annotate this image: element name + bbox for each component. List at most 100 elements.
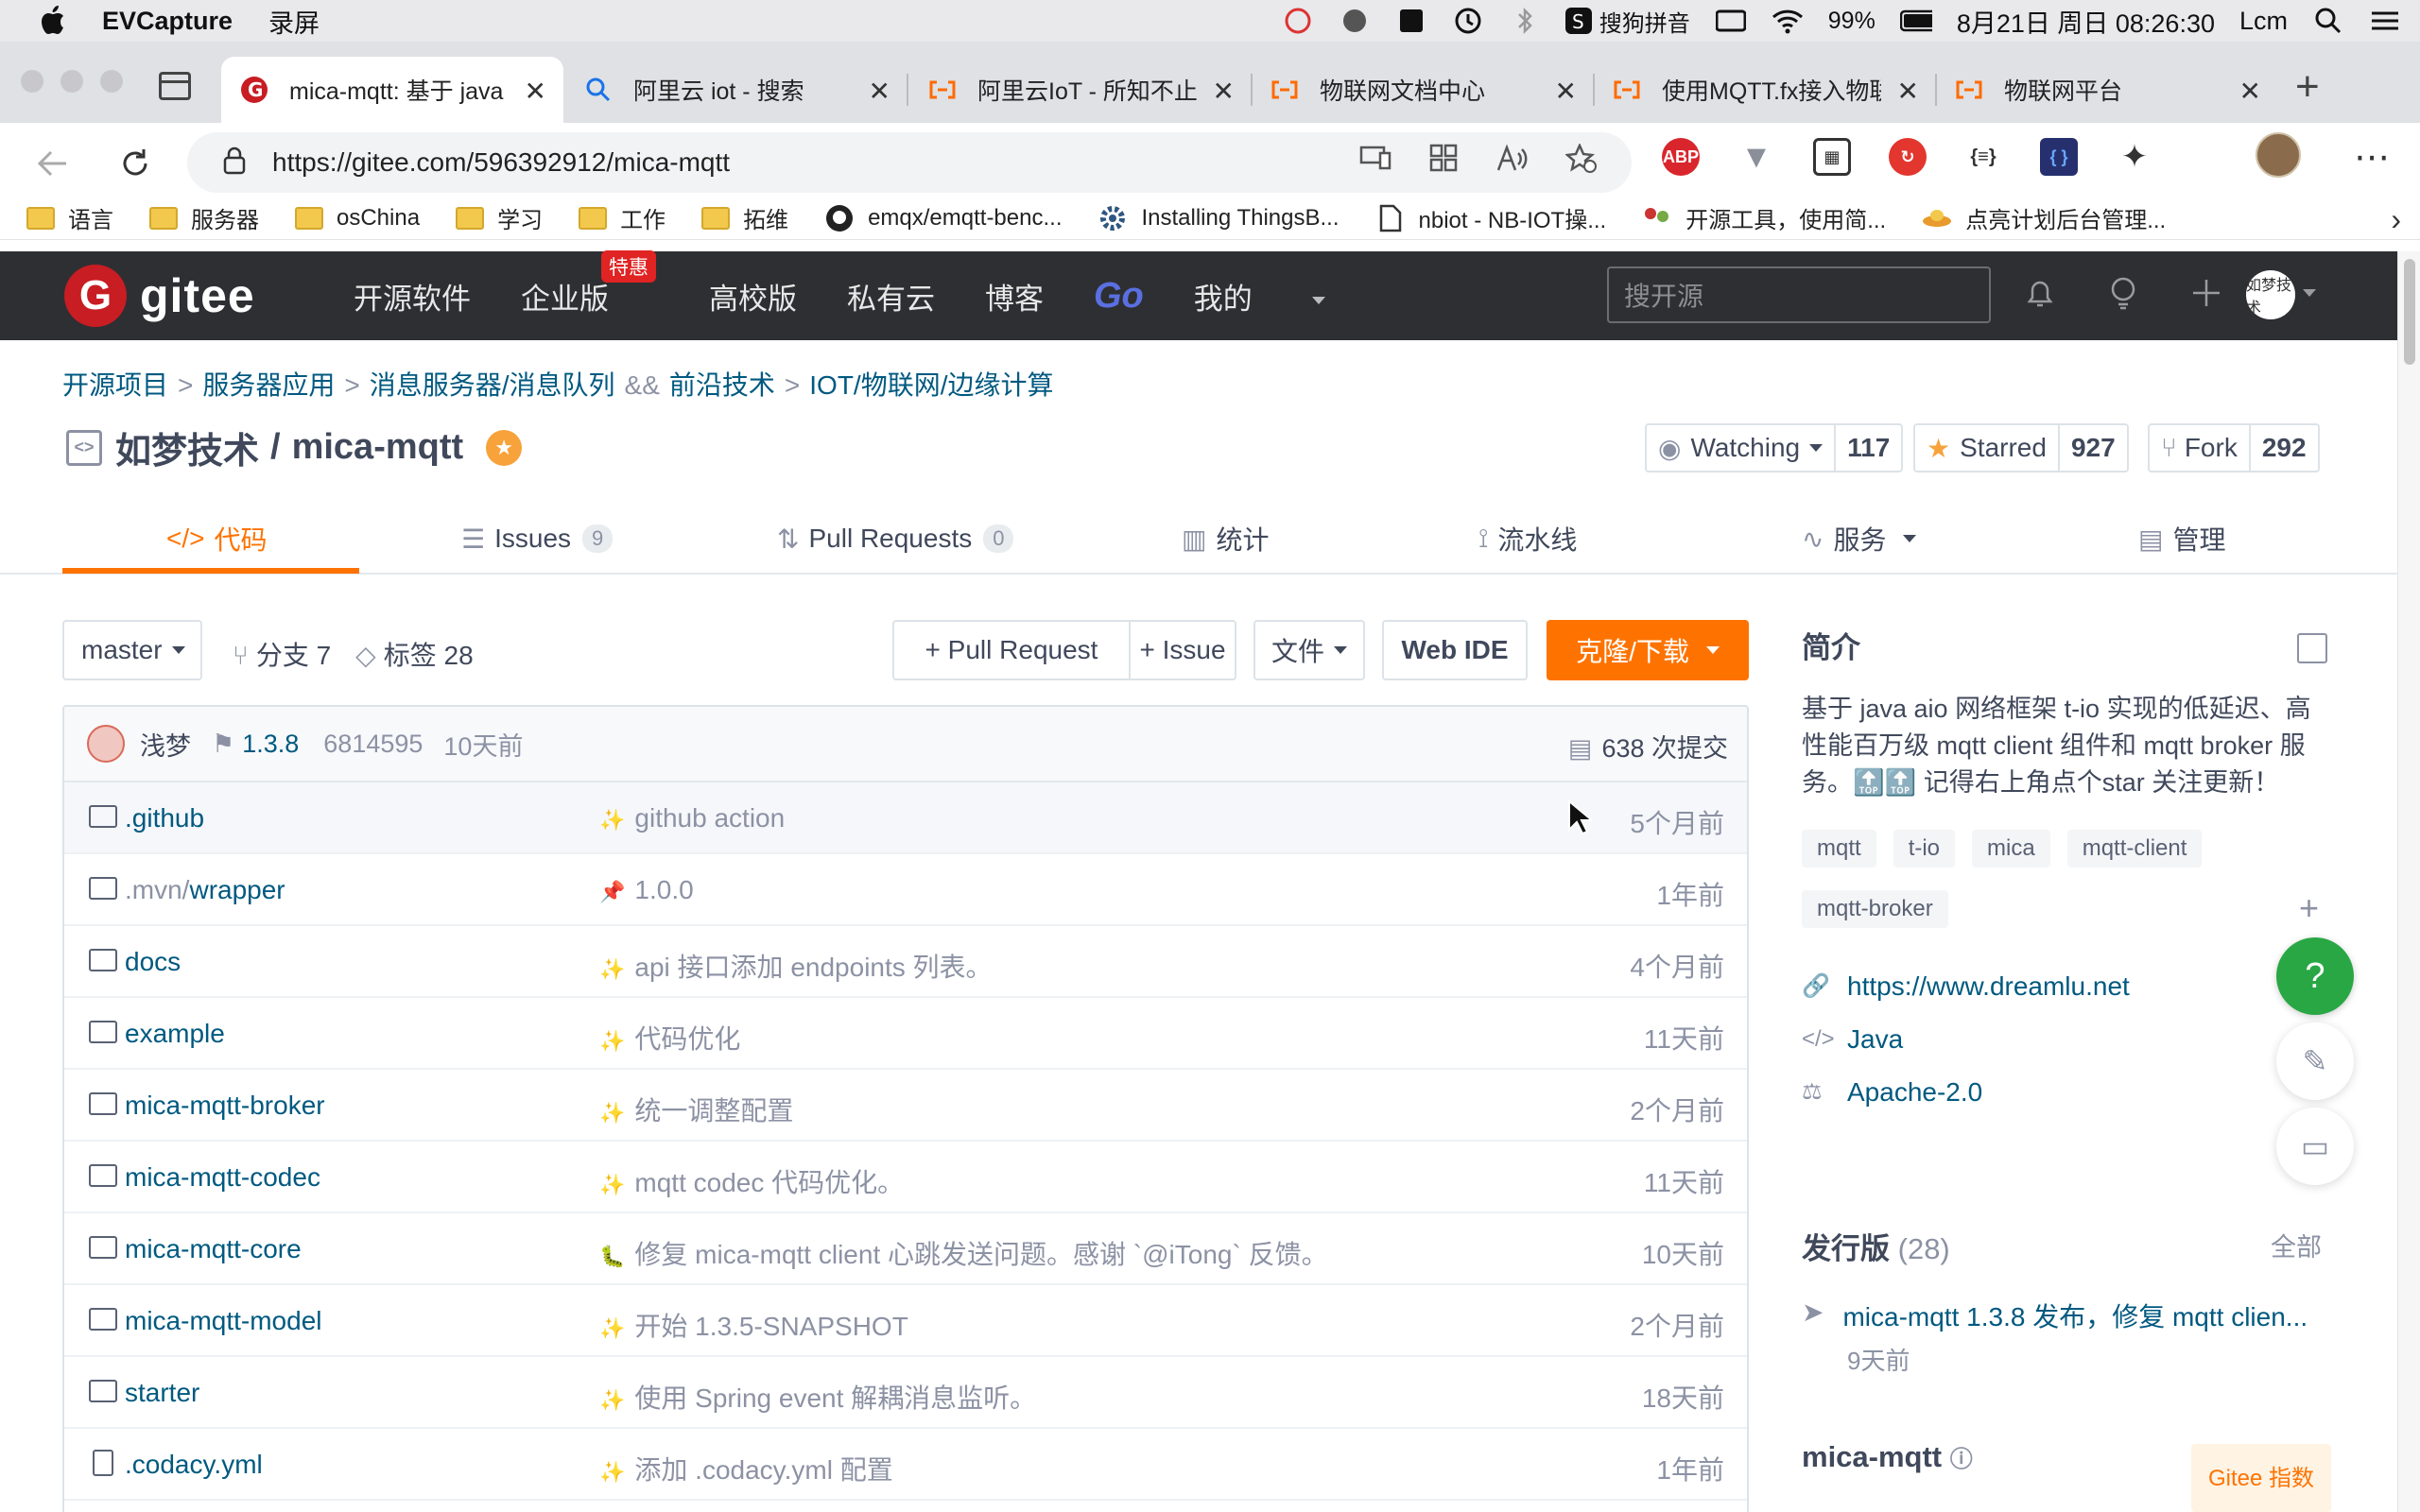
control-center-icon[interactable] — [2369, 5, 2401, 37]
json-viewer-icon[interactable]: { } — [2040, 138, 2078, 176]
new-pull-request-button[interactable]: + Pull Request — [892, 620, 1131, 680]
repo-owner[interactable]: 如梦技术 — [115, 421, 259, 473]
close-tab-icon[interactable]: ✕ — [1555, 76, 1577, 107]
more-menu-icon[interactable]: ⋯ — [2354, 136, 2390, 179]
device-icon[interactable] — [1359, 144, 1392, 179]
file-name[interactable]: example — [125, 1019, 225, 1049]
file-row[interactable]: .github ✨ github action 5个月前 — [64, 782, 1747, 854]
page-scrollbar[interactable] — [2397, 251, 2420, 1512]
releases-all-link[interactable]: 全部 — [2271, 1227, 2322, 1263]
file-name[interactable]: mica-mqtt-model — [125, 1306, 321, 1336]
branch-select[interactable]: master — [62, 620, 202, 680]
gitee-logo[interactable]: G gitee — [64, 265, 255, 327]
repo-name[interactable]: mica-mqtt — [292, 427, 464, 468]
fork-count[interactable]: 292 — [2248, 425, 2318, 471]
commit-message[interactable]: ✨ 开始 1.3.5-SNAPSHOT — [599, 1306, 908, 1344]
tab-actions-icon[interactable] — [159, 72, 191, 100]
clone-download-button[interactable]: 克隆/下载 — [1547, 620, 1749, 680]
commit-sha[interactable]: 6814595 — [323, 730, 423, 759]
commit-message[interactable]: ✨ mqtt codec 代码优化。 — [599, 1162, 904, 1200]
zoom-window-button[interactable] — [100, 70, 123, 93]
url-text[interactable]: https://gitee.com/596392912/mica-mqtt — [272, 147, 730, 178]
tab-pipeline[interactable]: ⟟ 流水线 — [1478, 503, 1577, 575]
wifi-icon[interactable] — [1772, 5, 1804, 37]
file-row[interactable]: example ✨ 代码优化 11天前 — [64, 998, 1747, 1070]
commit-message[interactable]: ✨ 统一调整配置 — [599, 1091, 793, 1128]
battery-icon[interactable] — [1899, 5, 1932, 37]
add-topic-icon[interactable]: + — [2299, 888, 2319, 928]
lightbulb-icon[interactable] — [2102, 272, 2144, 314]
file-name[interactable]: .mvn/wrapper — [125, 875, 285, 905]
globe-icon[interactable] — [1339, 5, 1371, 37]
watch-button[interactable]: ◉ Watching 117 — [1645, 423, 1904, 472]
language-link[interactable]: </> Java — [1802, 1013, 2331, 1066]
plus-icon[interactable] — [2186, 272, 2227, 314]
tab-mica-mqtt[interactable]: G mica-mqtt: 基于 java aio ✕ — [221, 57, 563, 123]
file-row[interactable]: mica-mqtt-core 🐛 修复 mica-mqtt client 心跳发送问… — [64, 1213, 1747, 1285]
bookmark-link[interactable]: nbiot - NB-IOT操... — [1375, 201, 1606, 234]
ime-indicator[interactable]: S 搜狗拼音 — [1564, 5, 1690, 38]
bell-icon[interactable] — [2019, 272, 2061, 314]
license-link[interactable]: ⚖ Apache-2.0 — [1802, 1066, 2331, 1119]
input-method-icon[interactable] — [1395, 5, 1427, 37]
watch-count[interactable]: 117 — [1834, 425, 1901, 471]
file-row[interactable]: mica-mqtt-codec ✨ mqtt codec 代码优化。 11天前 — [64, 1142, 1747, 1213]
commit-message[interactable]: 📌 1.0.0 — [599, 875, 694, 905]
author-avatar[interactable] — [87, 725, 125, 763]
gitee-search-input[interactable]: 搜开源 — [1607, 266, 1991, 323]
close-tab-icon[interactable]: ✕ — [1213, 76, 1235, 107]
close-tab-icon[interactable]: ✕ — [1897, 76, 1919, 107]
tab-iot-docs[interactable]: 物联网文档中心 ✕ — [1252, 57, 1595, 123]
edit-icon[interactable] — [2297, 633, 2327, 663]
new-issue-button[interactable]: + Issue — [1129, 620, 1236, 680]
gvp-badge-icon[interactable]: ★ — [486, 429, 523, 466]
bookmark-link[interactable]: 开源工具，使用简... — [1642, 201, 1886, 234]
commit-message[interactable]: ✨ api 接口添加 endpoints 列表。 — [599, 947, 993, 985]
bookmark-link[interactable]: emqx/emqtt-benc... — [824, 203, 1062, 233]
nav-blog[interactable]: 博客 — [985, 275, 1044, 318]
topic-tag[interactable]: mqtt — [1802, 830, 1876, 868]
chevron-right-icon[interactable]: › — [2391, 202, 2401, 237]
vue-devtools-icon[interactable]: ▼ — [1737, 138, 1775, 176]
adblock-plus-icon[interactable]: ABP — [1662, 138, 1700, 176]
tab-issues[interactable]: ☰ Issues 9 — [461, 503, 614, 575]
user-name[interactable]: Lcm — [2239, 7, 2288, 36]
file-row[interactable]: mica-mqtt-model ✨ 开始 1.3.5-SNAPSHOT 2个月前 — [64, 1285, 1747, 1357]
file-name[interactable]: .github — [125, 803, 204, 833]
branches-link[interactable]: ⑂ 分支 7 — [233, 635, 331, 673]
help-button[interactable]: ? — [2276, 937, 2354, 1015]
bookmark-folder[interactable]: osChina — [295, 205, 420, 232]
tags-link[interactable]: ◇ 标签 28 — [355, 635, 473, 673]
close-window-button[interactable] — [21, 70, 43, 93]
qr-code-icon[interactable]: ▦ — [1813, 138, 1851, 176]
menu-item-record[interactable]: 录屏 — [268, 3, 320, 40]
scrollbar-thumb[interactable] — [2404, 259, 2415, 365]
memory-icon[interactable] — [1715, 5, 1747, 37]
commit-message[interactable]: ✨ 代码优化 — [599, 1019, 740, 1057]
topic-tag[interactable]: t-io — [1893, 830, 1956, 868]
tab-aliyun-iot-search[interactable]: 阿里云 iot - 搜索 ✕ — [565, 57, 908, 123]
commit-message[interactable]: ✨ 使用 Spring event 解耦消息监听。 — [599, 1378, 1036, 1416]
file-row[interactable]: .mvn/wrapper 📌 1.0.0 1年前 — [64, 854, 1747, 926]
commit-message[interactable]: 🐛 修复 mica-mqtt client 心跳发送问题。感谢 `@iTong` … — [599, 1234, 1328, 1272]
file-name[interactable]: mica-mqtt-core — [125, 1234, 302, 1264]
breadcrumb-item[interactable]: 前沿技术 — [669, 370, 775, 400]
star-button[interactable]: ★ Starred 927 — [1913, 423, 2129, 472]
reload-extension-icon[interactable]: ↻ — [1889, 138, 1927, 176]
file-name[interactable]: mica-mqtt-codec — [125, 1162, 320, 1193]
nav-enterprise[interactable]: 企业版 特惠 — [521, 249, 659, 318]
nav-open-source[interactable]: 开源软件 — [354, 275, 471, 318]
breadcrumb-item[interactable]: 服务器应用 — [202, 370, 335, 400]
commits-link[interactable]: ▤ 638 次提交 — [1568, 728, 1728, 765]
feedback-button[interactable]: ✎ — [2276, 1022, 2354, 1100]
user-avatar[interactable]: 如梦技术 — [2246, 270, 2295, 319]
commit-author[interactable]: 浅梦 — [140, 726, 191, 763]
help-circle-icon[interactable]: ⓘ — [1950, 1447, 1973, 1472]
file-name[interactable]: docs — [125, 947, 181, 977]
add-favorite-icon[interactable] — [1564, 142, 1598, 179]
close-tab-icon[interactable]: ✕ — [525, 76, 546, 107]
file-row[interactable]: mica-mqtt-broker ✨ 统一调整配置 2个月前 — [64, 1070, 1747, 1142]
clock[interactable]: 8月21日 周日 08:26:30 — [1957, 3, 2215, 40]
tab-code[interactable]: </> 代码 — [166, 503, 268, 575]
nav-private-cloud[interactable]: 私有云 — [847, 275, 935, 318]
